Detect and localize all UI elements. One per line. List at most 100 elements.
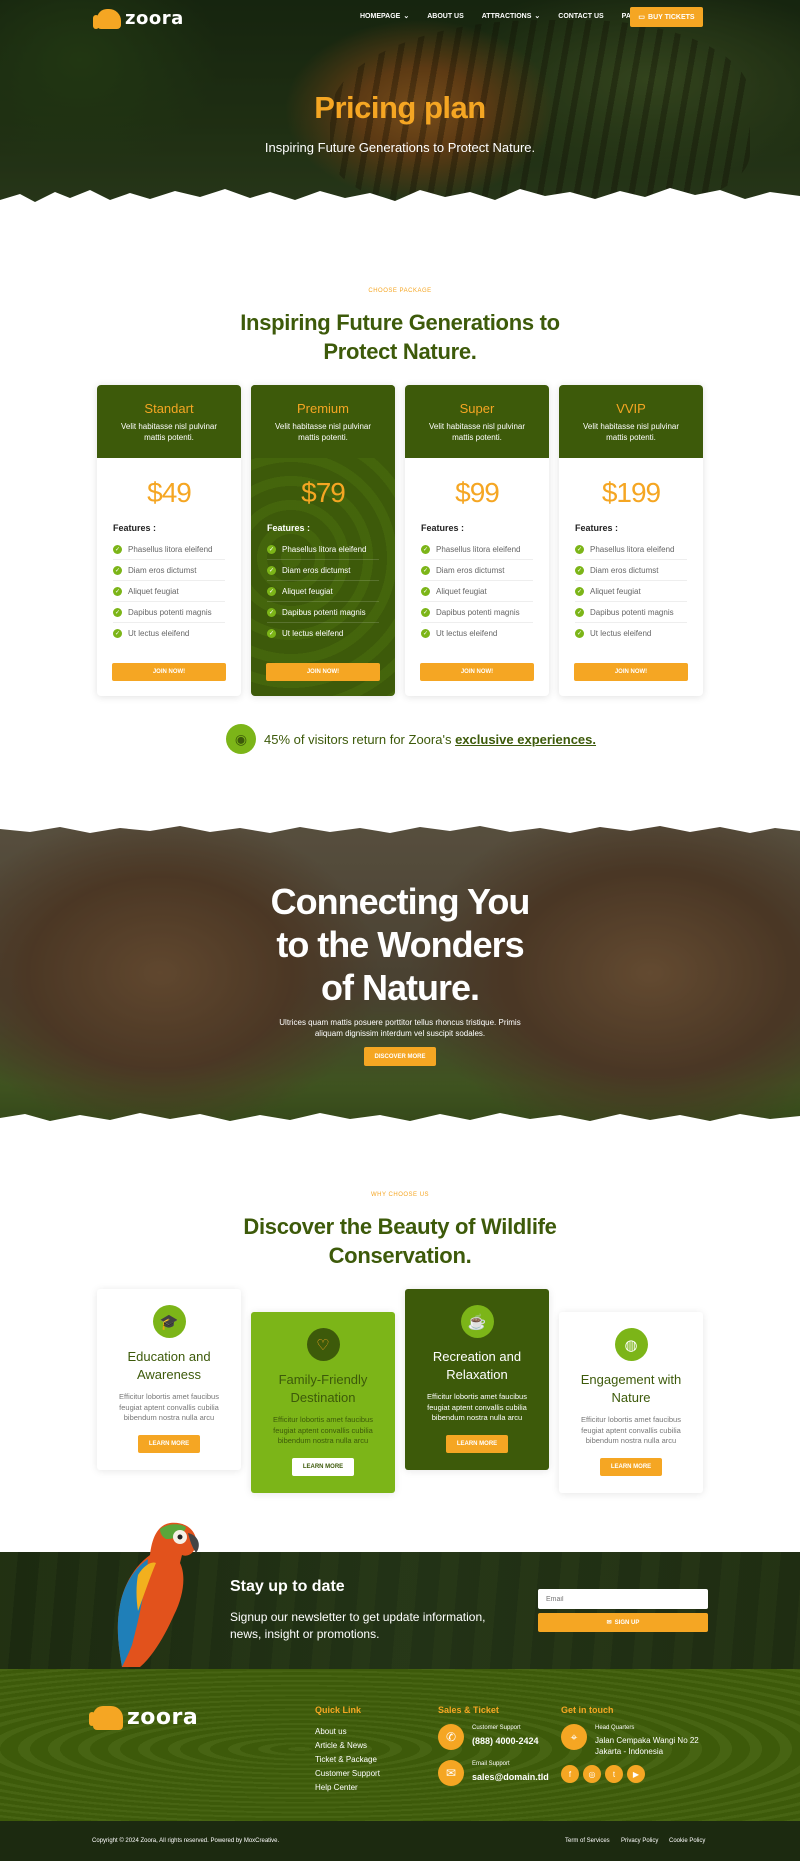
hq-address: Jalan Cempaka Wangi No 22 Jakarta - Indo… bbox=[595, 1736, 699, 1756]
email-field[interactable] bbox=[538, 1589, 708, 1609]
footer-logo[interactable]: zoora bbox=[89, 1705, 199, 1730]
join-now-button[interactable]: JOIN NOW! bbox=[420, 663, 534, 681]
torn-edge bbox=[0, 188, 800, 220]
feature-list: ✓ Phasellus litora eleifend ✓ Diam eros di… bbox=[267, 539, 379, 644]
feature-item: ✓ Dapibus potenti magnis bbox=[267, 602, 379, 623]
plan-name: Premium bbox=[296, 401, 349, 416]
nav-attractions[interactable]: ATTRACTIONS ⌄ bbox=[482, 12, 541, 21]
support-email[interactable]: sales@domain.tld bbox=[472, 1772, 549, 1782]
phone-icon: ✆ bbox=[438, 1724, 464, 1750]
parrot-image bbox=[117, 1522, 199, 1667]
mail-icon: ✉ bbox=[606, 1620, 612, 1626]
join-now-button[interactable]: JOIN NOW! bbox=[574, 663, 688, 681]
logo[interactable]: zoora bbox=[93, 8, 184, 29]
why-title: Discover the Beauty of Wildlife Conserva… bbox=[243, 1214, 557, 1268]
learn-more-button[interactable]: LEARN MORE bbox=[292, 1457, 354, 1476]
heart-hand-icon: ♡ bbox=[306, 1328, 340, 1361]
feature-item: ✓ Aliquet feugiat bbox=[575, 581, 687, 602]
hero-subtitle: Inspiring Future Generations to Protect … bbox=[264, 140, 536, 155]
feature-item: ✓ Ut lectus eleifend bbox=[267, 629, 344, 638]
location-pin-icon: ⌖ bbox=[561, 1724, 587, 1750]
connecting-section: Connecting You to the Wonders of Nature.… bbox=[0, 823, 800, 1130]
logo-text: zoora bbox=[127, 1705, 199, 1730]
plan-card-premium: Premium Velit habitasse nisl pulvinar ma… bbox=[251, 385, 395, 696]
footer-link-support[interactable]: Customer Support bbox=[315, 1769, 380, 1778]
learn-more-button[interactable]: LEARN MORE bbox=[446, 1434, 508, 1453]
email-label: Email Support bbox=[472, 1761, 510, 1767]
twitter-icon[interactable]: t bbox=[605, 1765, 623, 1783]
torn-edge-top bbox=[0, 823, 800, 833]
plan-name: Standart bbox=[144, 401, 194, 416]
sales-title: Sales & Ticket bbox=[438, 1705, 499, 1715]
plan-price: $99 bbox=[455, 477, 500, 508]
footer-link-ticket[interactable]: Ticket & Package bbox=[315, 1755, 377, 1764]
elephant-icon bbox=[89, 1705, 123, 1730]
why-card-desc: Efficitur lobortis amet faucibus feugiat… bbox=[273, 1415, 373, 1445]
check-icon: ✓ bbox=[267, 586, 276, 596]
join-now-button[interactable]: JOIN NOW! bbox=[112, 663, 226, 681]
discover-more-button[interactable]: DISCOVER MORE bbox=[364, 1047, 436, 1066]
learn-more-button[interactable]: LEARN MORE bbox=[600, 1457, 662, 1476]
learn-more-button[interactable]: LEARN MORE bbox=[138, 1434, 200, 1453]
tripadvisor-icon: ◉ bbox=[226, 724, 256, 754]
check-icon: ✓ bbox=[113, 629, 122, 638]
ticket-icon: ▭ bbox=[638, 14, 646, 21]
plan-card-super: Super Velit habitasse nisl pulvinar matt… bbox=[405, 385, 549, 696]
check-icon: ✓ bbox=[267, 629, 276, 638]
feature-item: ✓ Ut lectus eleifend bbox=[575, 629, 652, 638]
why-card-title: Family-Friendly Destination bbox=[278, 1372, 368, 1405]
plan-card-standart: Standart Velit habitasse nisl pulvinar m… bbox=[97, 385, 241, 696]
join-now-button[interactable]: JOIN NOW! bbox=[266, 663, 380, 681]
nav-homepage[interactable]: HOMEPAGE ⌄ bbox=[360, 12, 410, 21]
check-icon: ✓ bbox=[113, 586, 122, 596]
footer-link-article[interactable]: Article & News bbox=[315, 1741, 367, 1750]
support-phone[interactable]: (888) 4000-2424 bbox=[472, 1736, 539, 1746]
exclusive-experiences-link[interactable]: exclusive experiences. bbox=[455, 732, 596, 747]
nav-about-us[interactable]: ABOUT US bbox=[427, 12, 464, 20]
graduation-cap-icon: 🎓 bbox=[152, 1305, 186, 1338]
feature-item: ✓ Dapibus potenti magnis bbox=[421, 602, 533, 623]
feature-item: ✓ Ut lectus eleifend bbox=[113, 629, 190, 638]
youtube-icon[interactable]: ▶ bbox=[627, 1765, 645, 1783]
instagram-icon[interactable]: ◎ bbox=[583, 1765, 601, 1783]
facebook-icon[interactable]: f bbox=[561, 1765, 579, 1783]
terms-link[interactable]: Term of Services bbox=[565, 1838, 610, 1844]
pricing-eyebrow: CHOOSE PACKAGE bbox=[368, 288, 432, 294]
mail-icon: ✉ bbox=[438, 1760, 464, 1786]
copyright: Copyright © 2024 Zoora, All rights reser… bbox=[92, 1838, 280, 1844]
feature-item: ✓ Phasellus litora eleifend bbox=[421, 539, 533, 560]
feature-item: ✓ Phasellus litora eleifend bbox=[113, 539, 225, 560]
why-card-recreation: ☕ Recreation and Relaxation Efficitur lo… bbox=[405, 1289, 549, 1470]
newsletter-subtitle: Signup our newsletter to get update info… bbox=[230, 1610, 486, 1641]
buy-tickets-button[interactable]: ▭ BUY TICKETS bbox=[630, 7, 703, 27]
nav-menu: HOMEPAGE ⌄ ABOUT US ATTRACTIONS ⌄ CONTACT … bbox=[360, 12, 655, 21]
cookie-link[interactable]: Cookie Policy bbox=[669, 1838, 705, 1844]
footer: zoora Quick Link About us Article & News… bbox=[0, 1669, 800, 1821]
visitors-text: 45% of visitors return for Zoora's bbox=[264, 731, 452, 747]
connecting-title: Connecting You to the Wonders of Nature. bbox=[270, 881, 531, 1008]
plan-desc: Velit habitasse nisl pulvinar mattis pot… bbox=[120, 422, 218, 442]
feature-item: ✓ Aliquet feugiat bbox=[267, 581, 379, 602]
why-card-title: Recreation and Relaxation bbox=[432, 1349, 522, 1382]
features-label: Features : bbox=[421, 523, 465, 533]
globe-icon: ◍ bbox=[614, 1328, 648, 1361]
why-card-desc: Efficitur lobortis amet faucibus feugiat… bbox=[581, 1415, 681, 1445]
plan-card-vvip: VVIP Velit habitasse nisl pulvinar matti… bbox=[559, 385, 703, 696]
plan-name: Super bbox=[459, 401, 495, 416]
footer-link-help[interactable]: Help Center bbox=[315, 1783, 358, 1792]
chevron-down-icon: ⌄ bbox=[534, 13, 541, 20]
support-label: Customer Support bbox=[472, 1725, 521, 1731]
chevron-down-icon: ⌄ bbox=[403, 13, 410, 20]
nav-contact-us[interactable]: CONTACT US bbox=[558, 12, 603, 20]
connecting-subtitle: Ultrices quam mattis posuere porttitor t… bbox=[279, 1018, 521, 1038]
feature-list: ✓ Phasellus litora eleifend ✓ Diam eros di… bbox=[113, 539, 225, 644]
footer-link-about[interactable]: About us bbox=[315, 1727, 347, 1736]
privacy-link[interactable]: Privacy Policy bbox=[621, 1838, 658, 1844]
why-card-title: Education and Awareness bbox=[127, 1349, 211, 1382]
check-icon: ✓ bbox=[421, 607, 430, 617]
sign-up-button[interactable]: ✉ SIGN UP bbox=[538, 1613, 708, 1632]
plan-price: $79 bbox=[301, 477, 346, 508]
touch-title: Get in touch bbox=[561, 1705, 614, 1715]
why-card-engagement: ◍ Engagement with Nature Efficitur lobor… bbox=[559, 1312, 703, 1493]
why-card-education: 🎓 Education and Awareness Efficitur lobo… bbox=[97, 1289, 241, 1470]
